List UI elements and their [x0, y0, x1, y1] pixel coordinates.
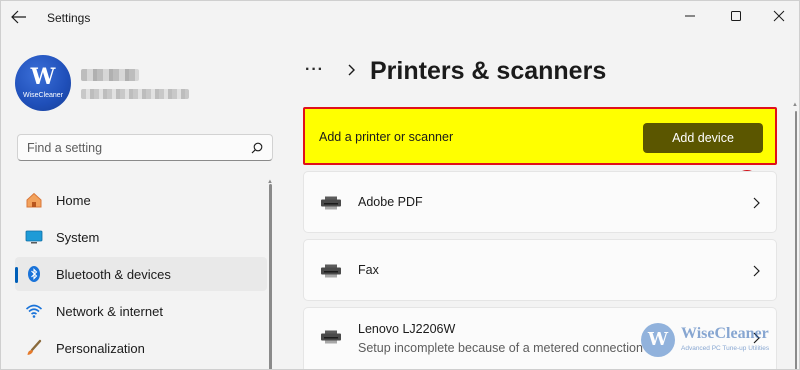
sidebar-scrollbar[interactable] — [269, 184, 272, 369]
watermark-logo-icon: W — [641, 323, 675, 357]
user-name-redacted — [81, 69, 139, 81]
close-button[interactable] — [764, 6, 794, 26]
content-scrollbar[interactable] — [795, 111, 797, 369]
device-row-adobe-pdf[interactable]: Adobe PDF — [303, 171, 777, 233]
page-title: Printers & scanners — [370, 57, 607, 85]
minimize-button[interactable] — [675, 6, 705, 26]
sidebar-item-bluetooth-devices[interactable]: Bluetooth & devices — [15, 257, 267, 291]
sidebar-item-label: Bluetooth & devices — [56, 266, 171, 282]
user-email-redacted — [81, 89, 189, 99]
sidebar-item-label: Personalization — [56, 340, 145, 356]
back-arrow-icon — [11, 10, 26, 24]
device-row-fax[interactable]: Fax — [303, 239, 777, 301]
chevron-right-icon — [753, 197, 760, 209]
content-scroll-up-icon[interactable]: ▲ — [792, 102, 798, 108]
search-box[interactable] — [17, 134, 273, 161]
device-name: Adobe PDF — [358, 195, 423, 209]
maximize-icon — [731, 11, 741, 21]
device-status: Setup incomplete because of a metered co… — [358, 341, 643, 355]
sidebar-item-network[interactable]: Network & internet — [15, 294, 267, 328]
close-icon — [773, 10, 785, 22]
printer-icon — [321, 196, 341, 210]
bluetooth-icon — [25, 265, 43, 283]
window-title: Settings — [47, 11, 91, 25]
search-icon[interactable] — [251, 142, 263, 154]
sidebar-item-personalization[interactable]: Personalization — [15, 331, 267, 365]
chevron-right-icon — [753, 265, 760, 277]
back-button[interactable] — [11, 10, 33, 26]
avatar-brand-text: WiseCleaner — [22, 92, 64, 99]
add-device-button[interactable]: Add device — [643, 123, 763, 153]
sidebar-item-label: Network & internet — [56, 303, 163, 319]
sidebar-item-label: Home — [56, 192, 91, 208]
settings-window: Settings W WiseCleaner Find a setting Ho… — [0, 0, 800, 370]
watermark-tagline: Advanced PC Tune-up Utilities — [681, 345, 770, 352]
sidebar-item-label: System — [56, 229, 100, 245]
device-name: Fax — [358, 263, 379, 277]
active-indicator — [15, 267, 18, 283]
device-name: Lenovo LJ2206W — [358, 322, 456, 336]
display-icon — [25, 228, 43, 246]
printer-icon — [321, 330, 341, 344]
chevron-right-icon — [348, 64, 355, 76]
minimize-icon — [685, 15, 695, 17]
watermark-brand: WiseCleaner — [681, 325, 769, 342]
avatar-logo-letter: W — [30, 64, 56, 90]
maximize-button[interactable] — [721, 6, 751, 26]
sidebar-item-system[interactable]: System — [15, 220, 267, 254]
add-printer-label: Add a printer or scanner — [319, 130, 454, 144]
home-icon — [25, 191, 43, 209]
avatar[interactable]: W WiseCleaner — [15, 55, 71, 111]
breadcrumb-overflow-button[interactable]: ··· — [305, 61, 324, 79]
sidebar-item-home[interactable]: Home — [15, 183, 267, 217]
search-input[interactable] — [18, 135, 238, 160]
wisecleaner-watermark: W WiseCleaner Advanced PC Tune-up Utilit… — [641, 323, 791, 363]
add-printer-row: Add a printer or scanner Add device — [303, 107, 777, 165]
wifi-icon — [25, 302, 43, 320]
title-bar: Settings — [1, 1, 799, 35]
sidebar-nav: Home System Bluetooth & devices Network … — [15, 183, 267, 368]
brush-icon — [25, 339, 43, 357]
printer-icon — [321, 264, 341, 278]
